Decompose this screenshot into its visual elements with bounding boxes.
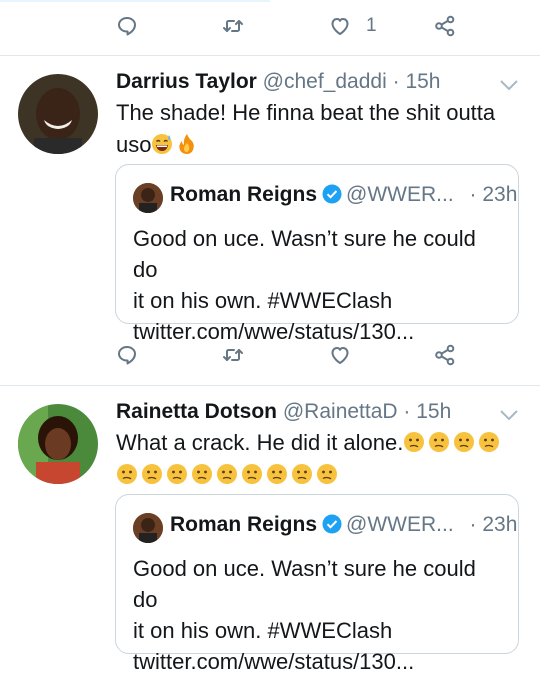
tweet-item[interactable]: Darrius Taylor @chef_daddi · 15h The sha… bbox=[0, 56, 540, 386]
confused-face-emoji bbox=[316, 463, 338, 485]
retweet-button[interactable] bbox=[221, 6, 245, 46]
share-button[interactable] bbox=[433, 6, 457, 46]
quoted-author-handle: @WWER... bbox=[346, 513, 454, 536]
confused-face-emoji bbox=[241, 463, 263, 485]
confused-face-emoji bbox=[216, 463, 238, 485]
like-button[interactable] bbox=[328, 335, 352, 375]
emoji-group bbox=[116, 459, 518, 491]
heart-icon bbox=[331, 347, 349, 364]
quoted-avatar bbox=[133, 183, 163, 213]
verified-badge-icon bbox=[322, 514, 342, 534]
confused-face-emoji bbox=[403, 431, 426, 453]
confused-face-emoji bbox=[266, 463, 288, 485]
confused-face-emoji bbox=[453, 431, 476, 453]
tweet-text-fragment: What a crack. He did it alone. bbox=[116, 430, 404, 455]
quoted-text-line: Good on uce. Wasn’t sure he could do bbox=[133, 556, 476, 612]
author-handle[interactable]: @chef_daddi bbox=[263, 70, 387, 93]
tweet-item[interactable]: Rainetta Dotson @RainettaD · 15h What a … bbox=[0, 386, 540, 674]
like-button[interactable]: 1 bbox=[328, 6, 377, 46]
tweet-text: What a crack. He did it alone. bbox=[116, 427, 518, 491]
quoted-timestamp: · 23h bbox=[469, 183, 518, 206]
retweet-icon bbox=[223, 20, 243, 32]
verified-badge-icon bbox=[322, 184, 342, 204]
quoted-text-line: twitter.com/wwe/status/130... bbox=[133, 649, 415, 674]
tweet-text-line: The shade! He finna beat the shit outta bbox=[116, 100, 496, 125]
reply-button[interactable] bbox=[115, 335, 139, 375]
chevron-down-icon[interactable] bbox=[498, 408, 520, 422]
tweet-actions bbox=[0, 335, 540, 375]
quoted-text-line: it on his own. #WWEClash bbox=[133, 618, 393, 643]
separator: · bbox=[392, 70, 400, 93]
reply-button[interactable] bbox=[115, 6, 139, 46]
quoted-text: Good on uce. Wasn’t sure he could do it … bbox=[133, 223, 504, 347]
quoted-text-line: it on his own. #WWEClash bbox=[133, 288, 393, 313]
separator: · bbox=[403, 400, 411, 423]
quoted-author-handle: @WWER... bbox=[346, 183, 454, 206]
reply-icon bbox=[118, 346, 136, 365]
tweet-text: The shade! He finna beat the shit outta … bbox=[116, 97, 518, 161]
author-name[interactable]: Rainetta Dotson bbox=[116, 400, 277, 423]
header-accent-line bbox=[0, 0, 270, 2]
tweet-text-line: What a crack. He did it alone. bbox=[116, 427, 518, 459]
quoted-author-name: Roman Reigns bbox=[170, 513, 318, 536]
timestamp[interactable]: 15h bbox=[405, 70, 440, 93]
timestamp[interactable]: 15h bbox=[416, 400, 451, 423]
share-icon bbox=[435, 344, 455, 366]
confused-face-emoji bbox=[428, 431, 451, 453]
fire-emoji bbox=[179, 134, 195, 154]
quoted-timestamp: · 23h bbox=[469, 513, 518, 536]
grinning-sweat-emoji bbox=[152, 134, 173, 154]
quoted-avatar bbox=[133, 513, 163, 543]
confused-face-emoji bbox=[116, 463, 138, 485]
confused-face-emoji bbox=[166, 463, 188, 485]
confused-face-emoji bbox=[191, 463, 213, 485]
retweet-button[interactable] bbox=[221, 335, 245, 375]
quoted-author-name: Roman Reigns bbox=[170, 183, 318, 206]
quoted-text-line: Good on uce. Wasn’t sure he could do bbox=[133, 226, 476, 282]
confused-face-emoji bbox=[291, 463, 313, 485]
tweet-text-fragment: uso bbox=[116, 132, 152, 157]
author-handle[interactable]: @RainettaD bbox=[283, 400, 398, 423]
tweet-text-line: uso bbox=[116, 129, 518, 161]
chevron-down-icon[interactable] bbox=[498, 78, 520, 92]
emoji-group bbox=[403, 430, 503, 455]
quoted-header: Roman Reigns @WWER... · 23h bbox=[170, 183, 517, 207]
heart-icon bbox=[331, 18, 349, 35]
quoted-header: Roman Reigns @WWER... · 23h bbox=[170, 513, 517, 537]
reply-icon bbox=[118, 17, 136, 36]
quoted-text: Good on uce. Wasn’t sure he could do it … bbox=[133, 553, 504, 677]
avatar[interactable] bbox=[18, 74, 98, 154]
quoted-tweet[interactable]: Roman Reigns @WWER... · 23h Good on uce. … bbox=[115, 164, 519, 344]
avatar[interactable] bbox=[18, 404, 98, 484]
like-count: 1 bbox=[366, 15, 377, 36]
author-name[interactable]: Darrius Taylor bbox=[116, 70, 257, 93]
share-button[interactable] bbox=[433, 335, 457, 375]
confused-face-emoji bbox=[478, 431, 501, 453]
tweet-actions-previous: 1 bbox=[0, 6, 540, 46]
quoted-tweet[interactable]: Roman Reigns @WWER... · 23h Good on uce. … bbox=[115, 494, 519, 674]
retweet-icon bbox=[223, 349, 243, 361]
share-icon bbox=[435, 15, 455, 37]
confused-face-emoji bbox=[141, 463, 163, 485]
